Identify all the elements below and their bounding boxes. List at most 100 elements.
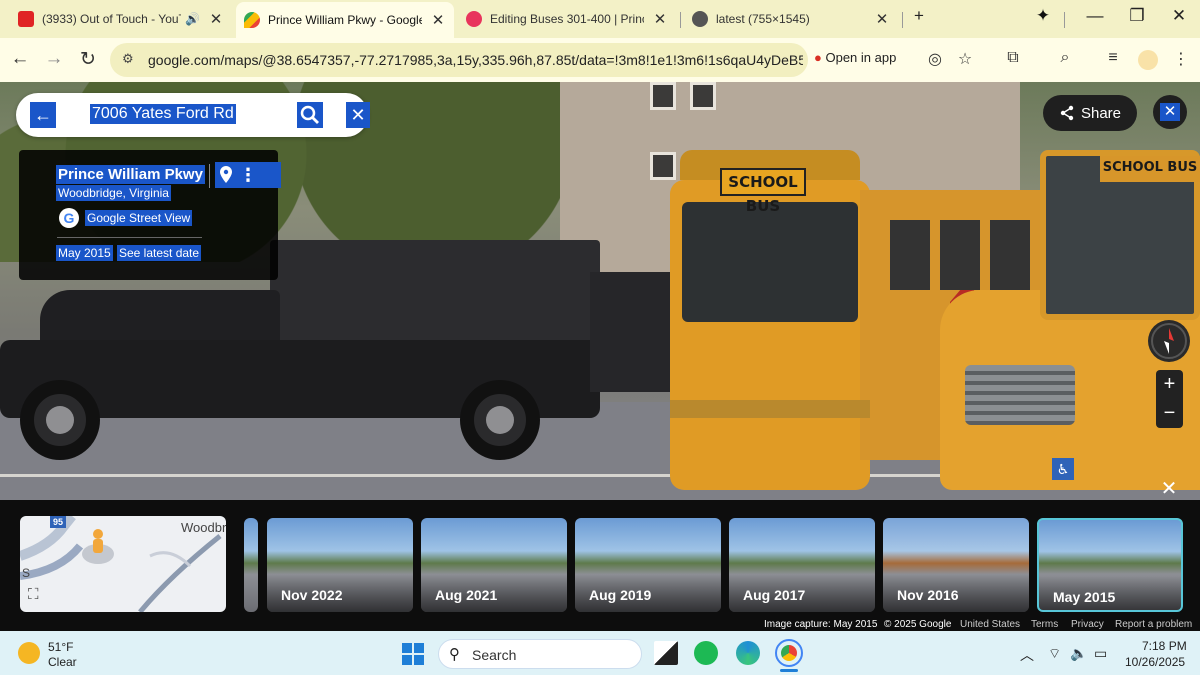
zoom-in-button[interactable]: +	[1156, 370, 1183, 399]
globe-icon	[692, 11, 708, 27]
street-view-panorama[interactable]: SCHOOL BUS SCHOOL BUS ♿	[0, 82, 1200, 500]
tab-bar: (3933) Out of Touch - YouTu 🔊 ✕ Prince W…	[0, 0, 1200, 38]
thumb-date: Aug 2021	[435, 587, 498, 603]
reload-icon[interactable]: ↻	[76, 48, 100, 71]
clock-date[interactable]: 10/26/2025	[1125, 655, 1185, 669]
windows-start-icon[interactable]	[402, 643, 424, 665]
zoom-out-button[interactable]: −	[1156, 399, 1183, 428]
fandom-icon	[466, 11, 482, 27]
close-icon[interactable]: ✕	[874, 10, 890, 28]
search-placeholder: Search	[472, 647, 517, 663]
open-in-app-button[interactable]: ● Open in app	[814, 50, 896, 65]
report-problem-link[interactable]: Report a problem	[1115, 619, 1192, 630]
compass-icon[interactable]	[1148, 320, 1190, 362]
tab-fandom[interactable]: Editing Buses 301-400 | Prince W ✕	[458, 4, 676, 34]
interstate-shield: 95	[53, 517, 64, 527]
close-timeline-icon[interactable]: ✕	[1158, 478, 1180, 500]
moon-icon[interactable]	[18, 642, 40, 664]
close-window-button[interactable]: ✕	[1164, 6, 1194, 26]
search-icon: ⚲	[449, 646, 460, 663]
tab-title: Editing Buses 301-400 | Prince W	[490, 12, 644, 26]
speaker-icon[interactable]: 🔊	[185, 12, 200, 26]
country-link[interactable]: United States	[960, 619, 1020, 630]
gemini-icon[interactable]: ✦	[1028, 6, 1058, 26]
place-title[interactable]: Prince William Pkwy	[56, 165, 205, 184]
profile-avatar[interactable]	[1138, 50, 1158, 70]
thumb-date: Aug 2019	[589, 587, 652, 603]
close-icon[interactable]: ✕	[346, 102, 370, 128]
taskbar-search-box[interactable]: ⚲ Search	[438, 639, 642, 669]
search-input[interactable]: 7006 Yates Ford Rd	[90, 104, 236, 124]
source-label: Google Street View	[85, 210, 193, 226]
building-window	[690, 82, 716, 110]
back-arrow-icon[interactable]: ←	[30, 102, 56, 128]
youtube-icon	[18, 11, 34, 27]
chrome-icon[interactable]	[775, 639, 803, 667]
copyright-label: © 2025 Google	[884, 619, 952, 630]
minimap-label: S	[22, 566, 31, 580]
weather-condition[interactable]: Clear	[48, 655, 77, 669]
omnibox[interactable]: ⚙ google.com/maps/@38.6547357,-77.271798…	[110, 43, 808, 77]
forward-arrow-icon[interactable]: →	[42, 48, 66, 70]
wheelchair-icon: ♿	[1052, 458, 1074, 480]
clock-time[interactable]: 7:18 PM	[1142, 639, 1187, 653]
bus-sign: SCHOOL BUS	[720, 168, 806, 215]
timeline-thumb[interactable]: Nov 2016	[883, 518, 1029, 612]
restore-button[interactable]: ❐	[1122, 6, 1152, 26]
weather-temperature[interactable]: 51°F	[48, 640, 73, 654]
tab-title: latest (755×1545)	[716, 12, 810, 26]
task-view-icon[interactable]	[654, 641, 678, 665]
timeline-thumb[interactable]: Aug 2019	[575, 518, 721, 612]
map-pin-icon[interactable]	[215, 163, 237, 187]
tab-youtube[interactable]: (3933) Out of Touch - YouTu 🔊 ✕	[10, 4, 232, 34]
privacy-link[interactable]: Privacy	[1071, 619, 1104, 630]
tab-google-maps[interactable]: Prince William Pkwy - Google M ✕	[236, 2, 454, 38]
more-menu-icon[interactable]: ⋮	[1170, 49, 1192, 69]
extensions-icon[interactable]: ⧉	[1002, 49, 1024, 67]
timeline-thumb[interactable]: Nov 2022	[267, 518, 413, 612]
close-street-view-button[interactable]: ✕	[1153, 95, 1187, 129]
close-icon[interactable]: ✕	[430, 11, 446, 29]
zoom-controls: + −	[1156, 370, 1183, 428]
bookmark-star-icon[interactable]: ☆	[954, 49, 976, 69]
volume-icon[interactable]: 🔈	[1070, 645, 1087, 662]
edge-icon[interactable]	[736, 641, 760, 665]
battery-icon[interactable]: ▭	[1094, 645, 1107, 662]
terms-link[interactable]: Terms	[1031, 619, 1058, 630]
media-controls-icon[interactable]: ≡	[1102, 49, 1124, 67]
more-options-icon[interactable]: ⋮	[239, 162, 257, 188]
spotify-icon[interactable]	[694, 641, 718, 665]
mini-map[interactable]: 95 Woodbr S ⛶	[20, 516, 226, 612]
location-icon[interactable]: ◎	[924, 49, 946, 69]
tab-title: Prince William Pkwy - Google M	[268, 13, 422, 27]
tab-search-icon[interactable]: ⌕	[1054, 49, 1076, 67]
open-in-app-label: Open in app	[825, 50, 897, 65]
timeline-thumb-partial[interactable]	[244, 518, 258, 612]
timeline-thumb[interactable]: Aug 2017	[729, 518, 875, 612]
expand-map-icon[interactable]: ⛶	[28, 586, 39, 603]
tab-separator	[1064, 12, 1065, 28]
bus-sign: SCHOOL BUS	[1100, 156, 1200, 182]
wifi-icon[interactable]: ⌔	[1048, 645, 1061, 663]
see-latest-date-link[interactable]: See latest date	[117, 245, 202, 261]
card-actions: ⋮	[215, 162, 281, 188]
share-icon	[1060, 105, 1074, 121]
tab-latest-image[interactable]: latest (755×1545) ✕	[684, 4, 898, 34]
site-settings-icon[interactable]: ⚙	[122, 51, 134, 67]
capture-date: May 2015	[56, 245, 113, 261]
timeline-thumb[interactable]: Aug 2021	[421, 518, 567, 612]
new-tab-button[interactable]: +	[904, 6, 934, 26]
active-app-indicator	[780, 669, 798, 672]
close-icon[interactable]: ✕	[208, 10, 224, 28]
timeline-thumb-selected[interactable]: May 2015	[1037, 518, 1183, 612]
url-text[interactable]: google.com/maps/@38.6547357,-77.2717985,…	[148, 52, 803, 68]
minimize-button[interactable]: —	[1080, 6, 1110, 26]
close-icon[interactable]: ✕	[652, 10, 668, 28]
divider	[209, 164, 210, 188]
search-icon[interactable]	[297, 102, 323, 128]
map-pin-icon: ●	[814, 50, 822, 65]
street-view-source: G Google Street View	[59, 207, 193, 229]
back-arrow-icon[interactable]: ←	[8, 48, 32, 70]
chevron-up-icon[interactable]: ︿	[1020, 645, 1034, 665]
share-button[interactable]: Share	[1043, 95, 1137, 131]
